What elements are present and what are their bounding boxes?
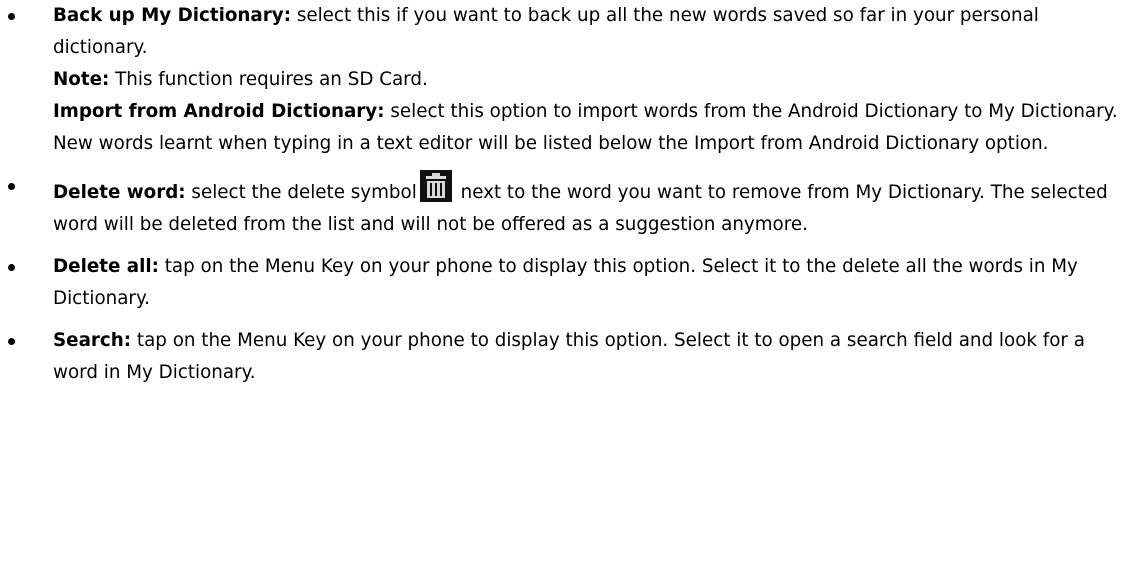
backup-paragraph: Back up My Dictionary: select this if yo… xyxy=(53,0,1128,64)
import-label: Import from Android Dictionary: xyxy=(53,101,385,122)
delete-word-paragraph: Delete word: select the delete symbol ne… xyxy=(53,170,1128,241)
delete-all-text: tap on the Menu Key on your phone to dis… xyxy=(53,256,1078,309)
search-text: tap on the Menu Key on your phone to dis… xyxy=(53,330,1085,383)
list-item-delete-all: Delete all: tap on the Menu Key on your … xyxy=(0,251,1128,315)
list-item-backup: Back up My Dictionary: select this if yo… xyxy=(0,0,1128,160)
note-text: This function requires an SD Card. xyxy=(109,69,428,90)
delete-all-label: Delete all: xyxy=(53,256,159,277)
delete-all-paragraph: Delete all: tap on the Menu Key on your … xyxy=(53,251,1128,315)
list-item-search: Search: tap on the Menu Key on your phon… xyxy=(0,325,1128,389)
backup-label: Back up My Dictionary: xyxy=(53,5,292,26)
options-list: Back up My Dictionary: select this if yo… xyxy=(0,0,1128,389)
delete-word-label: Delete word: xyxy=(53,182,186,203)
trash-icon xyxy=(419,170,452,202)
note-label: Note: xyxy=(53,69,110,90)
delete-word-text-before: select the delete symbol xyxy=(185,182,417,203)
note-paragraph: Note: This function requires an SD Card. xyxy=(53,64,1128,96)
list-item-delete-word: Delete word: select the delete symbol ne… xyxy=(0,170,1128,241)
search-label: Search: xyxy=(53,330,132,351)
search-paragraph: Search: tap on the Menu Key on your phon… xyxy=(53,325,1128,389)
document-page: Back up My Dictionary: select this if yo… xyxy=(0,0,1128,570)
import-paragraph: Import from Android Dictionary: select t… xyxy=(53,96,1128,160)
